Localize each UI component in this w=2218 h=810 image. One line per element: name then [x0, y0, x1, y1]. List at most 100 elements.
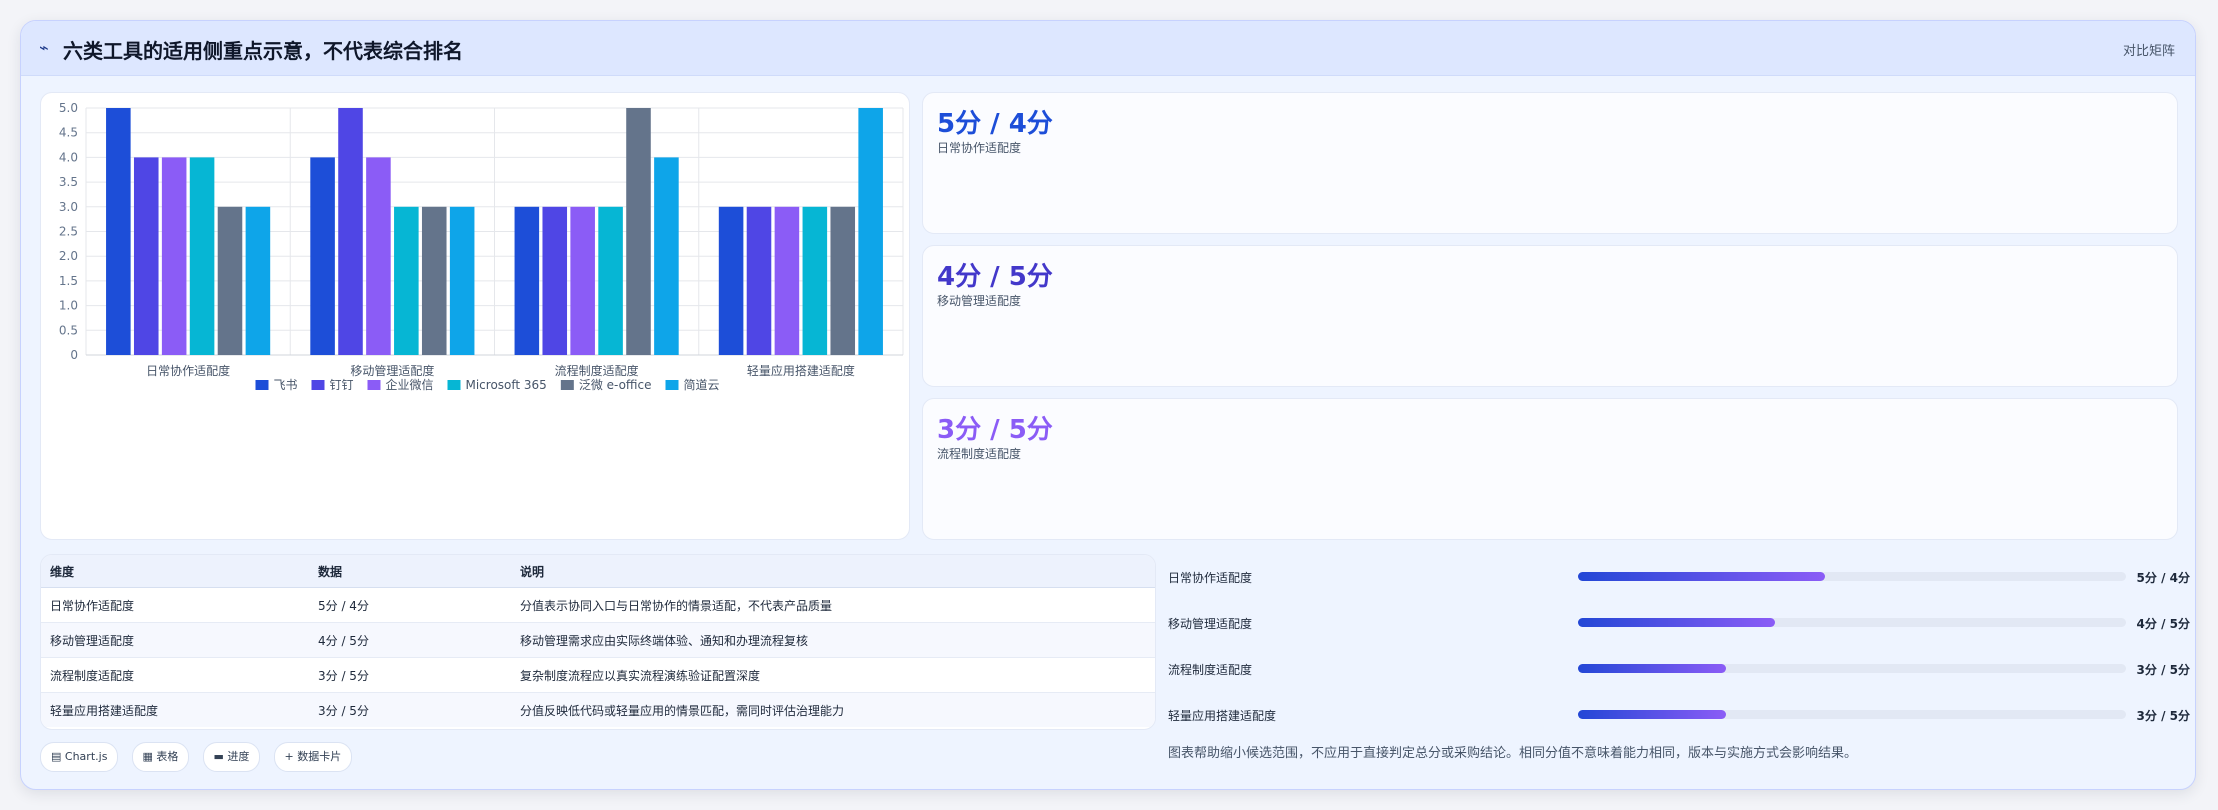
stat-label: 流程制度适配度 — [937, 447, 1022, 461]
bar — [366, 157, 391, 355]
bar-chart: 0 0.5 1.0 1.5 2.0 2.5 3.0 3.5 4.0 4.5 5.0 日常协作适配度 移动… — [59, 101, 904, 392]
chip-progress[interactable]: ▬ 进度 — [202, 742, 261, 772]
chip-data-card[interactable]: + 数据卡片 — [273, 742, 353, 772]
progress-row: 移动管理适配度 4分 / 5分 — [1168, 600, 2190, 646]
chip-label: 数据卡片 — [297, 750, 342, 763]
x-tick-label: 移动管理适配度 — [350, 363, 434, 378]
progress-row: 流程制度适配度 3分 / 5分 — [1168, 646, 2190, 692]
chip-label: Chart.js — [64, 750, 108, 763]
chart-card: 0 0.5 1.0 1.5 2.0 2.5 3.0 3.5 4.0 4.5 5.0 日常协作适配度 移动… — [40, 92, 910, 540]
progress-track — [1578, 618, 2126, 627]
y-tick-label: 2.5 — [59, 225, 78, 239]
legend-swatch — [311, 380, 325, 390]
stat-card-1: 5分 / 4分 日常协作适配度 — [922, 92, 2178, 234]
table-cell: 日常协作适配度 — [41, 587, 309, 623]
table-header-row: 维度 数据 说明 — [41, 555, 1155, 588]
table-row: 移动管理适配度 4分 / 5分 移动管理需求应由实际终端体验、通知和办理流程复核 — [41, 622, 1155, 658]
column-header: 说明 — [511, 555, 1155, 588]
bar — [830, 206, 856, 355]
legend-label: 钉钉 — [329, 378, 353, 392]
bar — [858, 108, 883, 355]
bar — [514, 206, 540, 355]
bar — [106, 108, 131, 355]
column-header: 维度 — [41, 555, 309, 588]
progress-track — [1578, 572, 2126, 581]
chip-table[interactable]: ▦ 表格 — [131, 742, 190, 772]
legend-swatch — [665, 380, 679, 390]
bar — [542, 206, 568, 355]
y-tick-label: 2.0 — [59, 249, 78, 263]
legend-swatch — [367, 380, 381, 390]
progress-list: 日常协作适配度 5分 / 4分 移动管理适配度 4分 / 5分 流程制度适配度 … — [1168, 554, 2190, 738]
progress-fill — [1578, 572, 1825, 581]
bar — [217, 206, 243, 355]
progress-value: 5分 / 4分 — [2136, 571, 2190, 585]
stat-label: 移动管理适配度 — [937, 294, 1022, 308]
legend-swatch — [560, 380, 574, 390]
bar — [570, 206, 595, 355]
y-tick-label: 4.5 — [59, 126, 78, 140]
bar — [654, 157, 679, 355]
x-tick-label: 流程制度适配度 — [555, 363, 639, 378]
table-icon: ▦ — [142, 750, 153, 763]
progress-track — [1578, 664, 2126, 673]
x-tick-label: 日常协作适配度 — [146, 363, 230, 378]
table-cell: 分值反映低代码或轻量应用的情景匹配，需同时评估治理能力 — [511, 692, 1155, 727]
table-row: 日常协作适配度 5分 / 4分 分值表示协同入口与日常协作的情景适配，不代表产品… — [41, 587, 1155, 623]
bar — [133, 157, 159, 355]
progress-fill — [1578, 710, 1726, 719]
legend-swatch — [447, 380, 461, 390]
chip-label: 表格 — [156, 750, 179, 763]
y-tick-label: 1.5 — [59, 274, 78, 288]
y-tick-label: 3.0 — [59, 200, 78, 214]
table-cell: 5分 / 4分 — [309, 587, 511, 623]
table-cell: 3分 / 5分 — [309, 657, 511, 693]
y-tick-label: 3.5 — [59, 175, 78, 189]
bar — [626, 108, 651, 355]
progress-label: 轻量应用搭建适配度 — [1168, 709, 1277, 723]
chart-icon: ▤ — [51, 750, 62, 763]
data-table-card: 维度 数据 说明 日常协作适配度 5分 / 4分 分值表示协同入口与日常协作的情… — [40, 554, 1156, 730]
y-tick-label: 5.0 — [59, 101, 78, 115]
progress-label: 移动管理适配度 — [1168, 617, 1253, 631]
table-cell: 移动管理需求应由实际终端体验、通知和办理流程复核 — [511, 622, 1155, 658]
table-row: 轻量应用搭建适配度 3分 / 5分 分值反映低代码或轻量应用的情景匹配，需同时评… — [41, 692, 1155, 727]
table-cell: 移动管理适配度 — [41, 622, 309, 658]
chip-label: 进度 — [227, 750, 250, 763]
bar — [310, 157, 335, 355]
table-cell: 分值表示协同入口与日常协作的情景适配，不代表产品质量 — [511, 587, 1155, 623]
progress-icon: ▬ — [213, 750, 224, 763]
stat-card-3: 3分 / 5分 流程制度适配度 — [922, 398, 2178, 540]
progress-fill — [1578, 664, 1726, 673]
y-tick-label: 0 — [70, 348, 78, 362]
stat-label: 日常协作适配度 — [937, 141, 1022, 155]
legend-label: 简道云 — [684, 378, 720, 392]
y-tick-label: 1.0 — [59, 299, 78, 313]
bar — [598, 206, 623, 355]
table-cell: 轻量应用搭建适配度 — [41, 692, 309, 727]
progress-value: 4分 / 5分 — [2136, 617, 2190, 631]
bar — [338, 108, 363, 355]
progress-row: 轻量应用搭建适配度 3分 / 5分 — [1168, 692, 2190, 738]
footnote: 图表帮助缩小候选范围，不应用于直接判定总分或采购结论。相同分值不意味着能力相同，… — [1168, 746, 1858, 761]
chip-row: ▤ Chart.js ▦ 表格 ▬ 进度 + 数据卡片 — [40, 742, 360, 772]
chip-chartjs[interactable]: ▤ Chart.js — [40, 742, 119, 772]
bar — [774, 206, 800, 355]
progress-row: 日常协作适配度 5分 / 4分 — [1168, 554, 2190, 600]
bar — [718, 206, 744, 355]
table-cell: 复杂制度流程应以真实流程演练验证配置深度 — [511, 657, 1155, 693]
legend-swatch — [255, 380, 269, 390]
table-cell: 3分 / 5分 — [309, 692, 511, 727]
stat-value: 3分 / 5分 — [937, 415, 1053, 445]
progress-label: 日常协作适配度 — [1168, 571, 1253, 585]
y-tick-label: 0.5 — [59, 323, 78, 337]
column-header: 数据 — [309, 555, 511, 588]
bar — [394, 206, 419, 355]
table-cell: 4分 / 5分 — [309, 622, 511, 658]
x-tick-label: 轻量应用搭建适配度 — [747, 363, 855, 378]
bar — [245, 206, 271, 355]
progress-label: 流程制度适配度 — [1168, 663, 1253, 677]
bar — [449, 206, 475, 355]
stat-value: 4分 / 5分 — [937, 262, 1053, 292]
plus-icon: + — [284, 750, 294, 763]
